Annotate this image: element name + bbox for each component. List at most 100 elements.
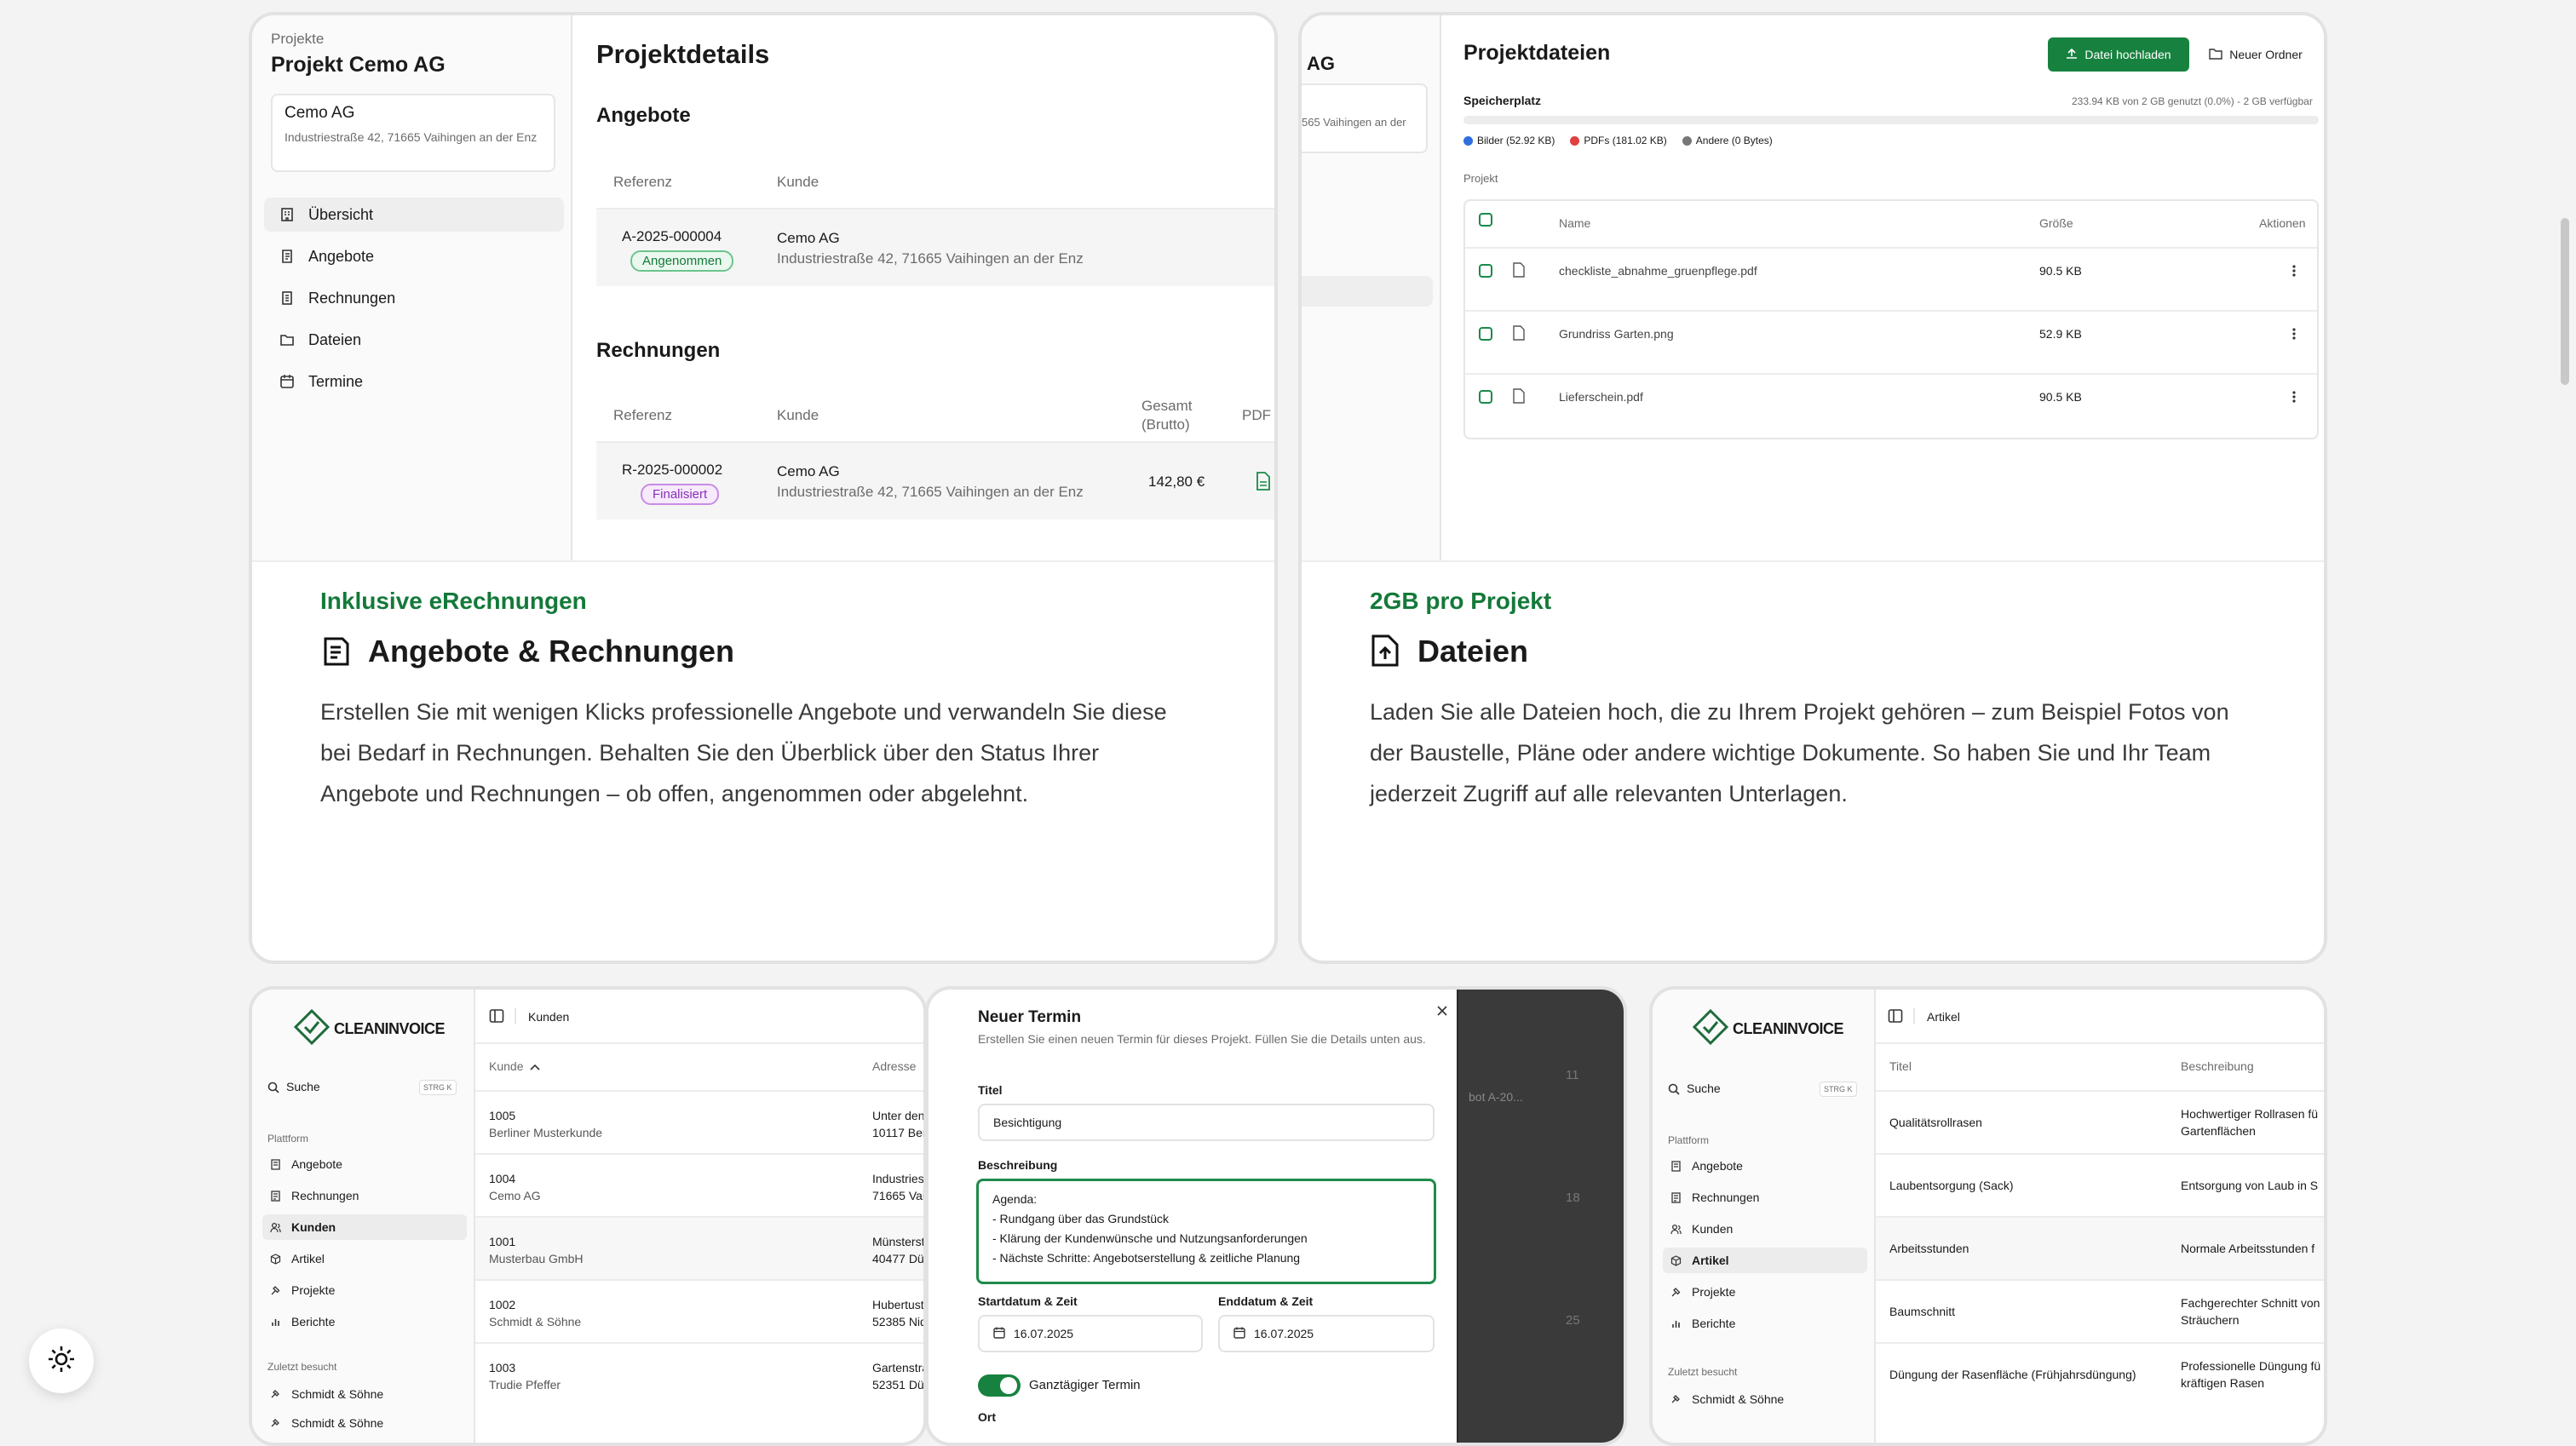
offer-address: Industriestraße 42, 71665 Vaihingen an d… bbox=[777, 250, 1084, 267]
upload-button[interactable]: Datei hochladen bbox=[2048, 37, 2189, 72]
folder-icon bbox=[279, 332, 295, 347]
status-badge-accepted: Angenommen bbox=[630, 250, 734, 272]
sidebar-item-dateien[interactable]: Dateien bbox=[264, 323, 564, 357]
recent-item[interactable]: Schmidt & Söhne bbox=[262, 1410, 467, 1436]
page-title: Kunden bbox=[528, 1010, 570, 1024]
sidebar-item-rechnungen[interactable]: Rechnungen bbox=[262, 1183, 467, 1208]
table-row[interactable]: Qualitätsrollrasen Hochwertiger Rollrasen… bbox=[1876, 1090, 2324, 1153]
table-row[interactable]: Laubentsorgung (Sack) Entsorgung von Laub… bbox=[1876, 1153, 2324, 1216]
sidebar-item-angebote[interactable]: Angebote bbox=[1663, 1153, 1867, 1179]
customer-id: 1001 bbox=[489, 1235, 516, 1248]
recent-group-label: Zuletzt besucht bbox=[267, 1361, 337, 1373]
sidebar-label: Rechnungen bbox=[308, 289, 396, 307]
article-title: Düngung der Rasenfläche (Frühjahrsdüngun… bbox=[1889, 1368, 2136, 1381]
sidebar-item-angebote[interactable]: Angebote bbox=[264, 239, 564, 273]
recent-item[interactable]: Schmidt & Söhne bbox=[262, 1381, 467, 1407]
feature-card-appointment: 11 bot A-20... 18 25 Neuer Termin Erstel… bbox=[925, 986, 1627, 1446]
table-row[interactable]: 1002 Schmidt & Söhne Hubertust 52385 Nid bbox=[475, 1279, 927, 1342]
title-input[interactable]: Besichtigung bbox=[978, 1104, 1435, 1141]
customer-address: 52351 Dür bbox=[872, 1378, 927, 1391]
file-icon bbox=[1513, 325, 1525, 345]
column-header-customer[interactable]: Kunde bbox=[489, 1059, 541, 1073]
close-icon[interactable] bbox=[1436, 1005, 1448, 1021]
sidebar-item-uebersicht[interactable]: Übersicht bbox=[264, 198, 564, 232]
more-vertical-icon[interactable] bbox=[2291, 390, 2297, 408]
description-textarea[interactable]: Agenda: - Rundgang über das Grundstück -… bbox=[976, 1179, 1436, 1284]
row-checkbox[interactable] bbox=[1479, 390, 1492, 404]
chevron-up-icon bbox=[530, 1059, 541, 1073]
invoices-header-client: Kunde bbox=[777, 407, 819, 423]
sidebar-label: Termine bbox=[308, 372, 364, 390]
sidebar-item-termine[interactable]: Termine bbox=[264, 364, 564, 399]
storage-progress-bar bbox=[1463, 116, 2319, 124]
scrollbar-thumb[interactable] bbox=[2561, 218, 2569, 385]
screenshot-project-details: Projekte Projekt Cemo AG Cemo AG Industr… bbox=[252, 15, 1274, 560]
calendar-day: 11 bbox=[1566, 1068, 1579, 1082]
table-row[interactable]: Düngung der Rasenfläche (Frühjahrsdüngun… bbox=[1876, 1342, 2324, 1405]
breadcrumb[interactable]: Projekte bbox=[271, 31, 324, 48]
sidebar-item-rechnungen[interactable]: Rechnungen bbox=[264, 281, 564, 315]
table-row[interactable]: 1001 Musterbau GmbH Münsterst 40477 Düs bbox=[475, 1216, 927, 1279]
table-row[interactable]: Arbeitsstunden Normale Arbeitsstunden f bbox=[1876, 1216, 2324, 1279]
sidebar-item-berichte[interactable]: Berichte bbox=[262, 1309, 467, 1334]
sidebar-toggle-icon[interactable] bbox=[489, 1008, 504, 1028]
recent-group-label: Zuletzt besucht bbox=[1668, 1366, 1738, 1378]
search-button[interactable]: Suche bbox=[1687, 1082, 1721, 1095]
more-vertical-icon[interactable] bbox=[2291, 327, 2297, 345]
sidebar-item-kunden[interactable]: Kunden bbox=[262, 1214, 467, 1240]
hammer-icon bbox=[267, 1386, 283, 1402]
customer-id: 1003 bbox=[489, 1361, 516, 1374]
box-icon bbox=[267, 1251, 283, 1266]
sidebar-item-projekte[interactable]: Projekte bbox=[262, 1277, 467, 1303]
customer-address: 52385 Nid bbox=[872, 1315, 927, 1328]
invoice-icon bbox=[1668, 1190, 1683, 1205]
customer-address: 40477 Düs bbox=[872, 1252, 927, 1265]
table-row[interactable]: 1005 Berliner Musterkunde Unter den 10117 B… bbox=[475, 1090, 923, 1153]
file-name[interactable]: Grundriss Garten.png bbox=[1559, 327, 1674, 341]
feature-title: Angebote & Rechnungen bbox=[368, 634, 734, 668]
file-size: 52.9 KB bbox=[2039, 327, 2082, 341]
allday-toggle[interactable] bbox=[978, 1374, 1021, 1397]
sidebar-item-rechnungen[interactable]: Rechnungen bbox=[1663, 1185, 1867, 1210]
brand-name: CLEANINVOICE bbox=[334, 1020, 446, 1037]
receipt-icon bbox=[320, 635, 353, 672]
sidebar-item-projekte[interactable]: Projekte bbox=[1663, 1279, 1867, 1305]
feature-card-articles: CLEANINVOICE Suche STRG K Plattform Ange… bbox=[1649, 986, 2327, 1446]
select-all-checkbox[interactable] bbox=[1479, 213, 1492, 227]
start-date-input[interactable]: 16.07.2025 bbox=[978, 1315, 1203, 1352]
recent-item[interactable]: Schmidt & Söhne bbox=[1663, 1386, 1867, 1412]
client-address: Industriestraße 42, 71665 Vaihingen an d… bbox=[285, 130, 538, 144]
file-name[interactable]: Lieferschein.pdf bbox=[1559, 390, 1643, 404]
customer-address: Hubertust bbox=[872, 1298, 924, 1311]
offer-row[interactable] bbox=[596, 208, 1274, 286]
receipt-icon bbox=[267, 1156, 283, 1172]
sidebar-item-berichte[interactable]: Berichte bbox=[1663, 1311, 1867, 1336]
pdf-file-icon[interactable] bbox=[1256, 472, 1271, 495]
end-date-input[interactable]: 16.07.2025 bbox=[1218, 1315, 1435, 1352]
table-row[interactable]: 1004 Cemo AG Industries 71665 Vai bbox=[475, 1153, 923, 1216]
more-vertical-icon[interactable] bbox=[2291, 264, 2297, 282]
file-name[interactable]: checkliste_abnahme_gruenpflege.pdf bbox=[1559, 264, 1757, 278]
files-title: Projektdateien bbox=[1463, 41, 1611, 65]
table-row[interactable]: Baumschnitt Fachgerechter Schnitt von Strä… bbox=[1876, 1279, 2324, 1342]
table-row[interactable]: 1003 Trudie Pfeffer Gartenstra 52351 Dür bbox=[475, 1342, 927, 1405]
box-icon bbox=[1668, 1253, 1683, 1268]
sidebar-item-artikel[interactable]: Artikel bbox=[1663, 1248, 1867, 1273]
theme-toggle-button[interactable] bbox=[29, 1328, 94, 1393]
column-header-title: Titel bbox=[1889, 1059, 1912, 1073]
new-folder-button[interactable]: Neuer Ordner bbox=[2198, 37, 2314, 72]
legend-pdfs: PDFs (181.02 KB) bbox=[1570, 135, 1667, 146]
receipt-icon bbox=[279, 249, 295, 264]
row-checkbox[interactable] bbox=[1479, 327, 1492, 341]
calendar-icon bbox=[279, 374, 295, 389]
customer-id: 1004 bbox=[489, 1172, 516, 1185]
sidebar-item-angebote[interactable]: Angebote bbox=[262, 1151, 467, 1177]
sidebar-toggle-icon[interactable] bbox=[1888, 1008, 1903, 1028]
column-header-description: Beschreibung bbox=[2181, 1059, 2254, 1073]
sidebar-item-active[interactable] bbox=[1302, 276, 1433, 307]
sidebar-item-artikel[interactable]: Artikel bbox=[262, 1246, 467, 1271]
row-checkbox[interactable] bbox=[1479, 264, 1492, 278]
article-description: Gartenflächen bbox=[2181, 1124, 2256, 1138]
sidebar-item-kunden[interactable]: Kunden bbox=[1663, 1216, 1867, 1242]
search-button[interactable]: Suche bbox=[286, 1080, 320, 1093]
